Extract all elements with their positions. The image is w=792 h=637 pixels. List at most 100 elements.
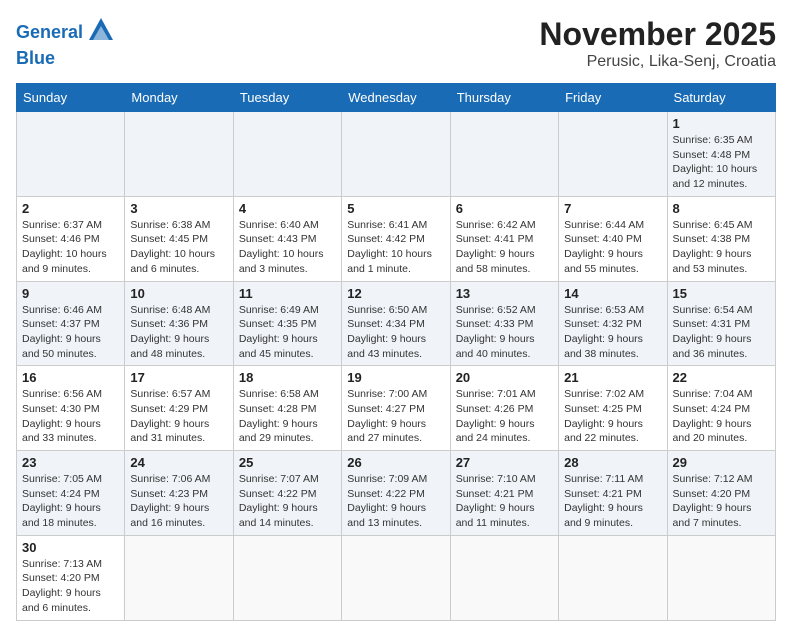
calendar-cell: 11 Sunrise: 6:49 AM Sunset: 4:35 PM Dayli… (233, 281, 341, 366)
calendar-cell: 30 Sunrise: 7:13 AM Sunset: 4:20 PM Dayli… (17, 535, 125, 620)
calendar-cell (342, 535, 450, 620)
day-info: Sunrise: 7:11 AM Sunset: 4:21 PM Dayligh… (564, 472, 661, 531)
calendar-week-row: 2 Sunrise: 6:37 AM Sunset: 4:46 PM Daylig… (17, 196, 776, 281)
day-number: 7 (564, 201, 661, 216)
calendar-cell: 20 Sunrise: 7:01 AM Sunset: 4:26 PM Dayli… (450, 366, 558, 451)
calendar-cell: 12Sunrise: 6:50 AM Sunset: 4:34 PM Dayli… (342, 281, 450, 366)
day-number: 19 (347, 370, 444, 385)
day-number: 10 (130, 286, 227, 301)
day-info: Sunrise: 7:00 AM Sunset: 4:27 PM Dayligh… (347, 387, 444, 446)
day-number: 22 (673, 370, 770, 385)
calendar-cell: 14Sunrise: 6:53 AM Sunset: 4:32 PM Dayli… (559, 281, 667, 366)
weekday-header-sunday: Sunday (17, 84, 125, 112)
day-info: Sunrise: 7:02 AM Sunset: 4:25 PM Dayligh… (564, 387, 661, 446)
calendar-cell (450, 112, 558, 197)
day-info: Sunrise: 7:04 AM Sunset: 4:24 PM Dayligh… (673, 387, 770, 446)
calendar-cell: 29 Sunrise: 7:12 AM Sunset: 4:20 PM Dayli… (667, 451, 775, 536)
calendar-cell: 5 Sunrise: 6:41 AM Sunset: 4:42 PM Daylig… (342, 196, 450, 281)
logo: General Blue (16, 16, 115, 69)
weekday-header-saturday: Saturday (667, 84, 775, 112)
day-number: 13 (456, 286, 553, 301)
day-info: Sunrise: 6:54 AM Sunset: 4:31 PM Dayligh… (673, 303, 770, 362)
calendar-cell (233, 112, 341, 197)
logo-triangle-icon (87, 16, 115, 44)
calendar-week-row: 1Sunrise: 6:35 AM Sunset: 4:48 PM Daylig… (17, 112, 776, 197)
calendar-cell (233, 535, 341, 620)
day-info: Sunrise: 6:49 AM Sunset: 4:35 PM Dayligh… (239, 303, 336, 362)
calendar-cell: 16 Sunrise: 6:56 AM Sunset: 4:30 PM Dayli… (17, 366, 125, 451)
day-number: 17 (130, 370, 227, 385)
calendar-cell: 7Sunrise: 6:44 AM Sunset: 4:40 PM Daylig… (559, 196, 667, 281)
calendar-week-row: 9 Sunrise: 6:46 AM Sunset: 4:37 PM Daylig… (17, 281, 776, 366)
day-info: Sunrise: 6:50 AM Sunset: 4:34 PM Dayligh… (347, 303, 444, 362)
day-info: Sunrise: 6:45 AM Sunset: 4:38 PM Dayligh… (673, 218, 770, 277)
day-info: Sunrise: 6:52 AM Sunset: 4:33 PM Dayligh… (456, 303, 553, 362)
calendar-week-row: 30 Sunrise: 7:13 AM Sunset: 4:20 PM Dayli… (17, 535, 776, 620)
day-number: 5 (347, 201, 444, 216)
calendar-cell: 28 Sunrise: 7:11 AM Sunset: 4:21 PM Dayli… (559, 451, 667, 536)
day-info: Sunrise: 6:48 AM Sunset: 4:36 PM Dayligh… (130, 303, 227, 362)
title-block: November 2025 Perusic, Lika-Senj, Croati… (539, 16, 776, 71)
day-info: Sunrise: 6:37 AM Sunset: 4:46 PM Dayligh… (22, 218, 119, 277)
calendar-cell: 17 Sunrise: 6:57 AM Sunset: 4:29 PM Dayli… (125, 366, 233, 451)
calendar-cell: 10 Sunrise: 6:48 AM Sunset: 4:36 PM Dayli… (125, 281, 233, 366)
day-number: 21 (564, 370, 661, 385)
weekday-header-thursday: Thursday (450, 84, 558, 112)
calendar-cell: 22 Sunrise: 7:04 AM Sunset: 4:24 PM Dayli… (667, 366, 775, 451)
calendar-cell: 26Sunrise: 7:09 AM Sunset: 4:22 PM Dayli… (342, 451, 450, 536)
weekday-header-tuesday: Tuesday (233, 84, 341, 112)
page-header: General Blue November 2025 Perusic, Lika… (16, 16, 776, 71)
calendar-cell: 15Sunrise: 6:54 AM Sunset: 4:31 PM Dayli… (667, 281, 775, 366)
logo-text: General (16, 23, 83, 43)
day-info: Sunrise: 7:13 AM Sunset: 4:20 PM Dayligh… (22, 557, 119, 616)
calendar-cell: 9 Sunrise: 6:46 AM Sunset: 4:37 PM Daylig… (17, 281, 125, 366)
day-info: Sunrise: 6:56 AM Sunset: 4:30 PM Dayligh… (22, 387, 119, 446)
day-info: Sunrise: 6:40 AM Sunset: 4:43 PM Dayligh… (239, 218, 336, 277)
day-number: 3 (130, 201, 227, 216)
calendar-cell: 8 Sunrise: 6:45 AM Sunset: 4:38 PM Daylig… (667, 196, 775, 281)
day-number: 20 (456, 370, 553, 385)
day-info: Sunrise: 7:12 AM Sunset: 4:20 PM Dayligh… (673, 472, 770, 531)
calendar-cell: 2 Sunrise: 6:37 AM Sunset: 4:46 PM Daylig… (17, 196, 125, 281)
calendar-title: November 2025 (539, 16, 776, 53)
day-info: Sunrise: 7:05 AM Sunset: 4:24 PM Dayligh… (22, 472, 119, 531)
calendar-cell: 4Sunrise: 6:40 AM Sunset: 4:43 PM Daylig… (233, 196, 341, 281)
day-info: Sunrise: 7:01 AM Sunset: 4:26 PM Dayligh… (456, 387, 553, 446)
calendar-cell (667, 535, 775, 620)
calendar-cell: 19 Sunrise: 7:00 AM Sunset: 4:27 PM Dayli… (342, 366, 450, 451)
day-number: 30 (22, 540, 119, 555)
day-info: Sunrise: 7:10 AM Sunset: 4:21 PM Dayligh… (456, 472, 553, 531)
day-number: 26 (347, 455, 444, 470)
day-number: 27 (456, 455, 553, 470)
day-number: 6 (456, 201, 553, 216)
calendar-cell: 25 Sunrise: 7:07 AM Sunset: 4:22 PM Dayli… (233, 451, 341, 536)
calendar-cell (342, 112, 450, 197)
day-number: 29 (673, 455, 770, 470)
calendar-cell (450, 535, 558, 620)
day-number: 14 (564, 286, 661, 301)
day-number: 2 (22, 201, 119, 216)
day-number: 28 (564, 455, 661, 470)
calendar-cell: 23 Sunrise: 7:05 AM Sunset: 4:24 PM Dayli… (17, 451, 125, 536)
day-number: 24 (130, 455, 227, 470)
calendar-cell: 27 Sunrise: 7:10 AM Sunset: 4:21 PM Dayli… (450, 451, 558, 536)
day-number: 8 (673, 201, 770, 216)
day-info: Sunrise: 6:35 AM Sunset: 4:48 PM Dayligh… (673, 133, 770, 192)
day-number: 9 (22, 286, 119, 301)
weekday-header-friday: Friday (559, 84, 667, 112)
calendar-cell (17, 112, 125, 197)
day-number: 16 (22, 370, 119, 385)
calendar-cell: 21 Sunrise: 7:02 AM Sunset: 4:25 PM Dayli… (559, 366, 667, 451)
day-info: Sunrise: 6:41 AM Sunset: 4:42 PM Dayligh… (347, 218, 444, 277)
day-info: Sunrise: 7:07 AM Sunset: 4:22 PM Dayligh… (239, 472, 336, 531)
calendar-cell (559, 112, 667, 197)
day-number: 11 (239, 286, 336, 301)
day-number: 25 (239, 455, 336, 470)
calendar-cell: 18Sunrise: 6:58 AM Sunset: 4:28 PM Dayli… (233, 366, 341, 451)
weekday-header-wednesday: Wednesday (342, 84, 450, 112)
day-number: 23 (22, 455, 119, 470)
day-info: Sunrise: 6:57 AM Sunset: 4:29 PM Dayligh… (130, 387, 227, 446)
calendar-table: SundayMondayTuesdayWednesdayThursdayFrid… (16, 83, 776, 621)
logo-blue-text: Blue (16, 49, 55, 69)
day-info: Sunrise: 6:46 AM Sunset: 4:37 PM Dayligh… (22, 303, 119, 362)
